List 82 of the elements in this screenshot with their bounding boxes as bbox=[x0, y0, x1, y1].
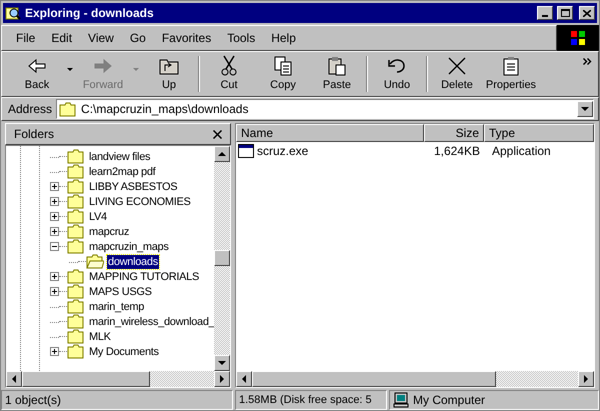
column-header[interactable]: Type bbox=[484, 124, 594, 142]
menu-item[interactable]: Favorites bbox=[162, 29, 212, 47]
toolbar-button[interactable]: Back bbox=[10, 54, 64, 94]
minimize-button[interactable] bbox=[537, 6, 553, 20]
folder-item[interactable]: mapcruzin_maps bbox=[88, 240, 170, 254]
x-mark-icon bbox=[446, 54, 468, 77]
folder-icon bbox=[67, 179, 85, 194]
menu-item[interactable]: File bbox=[16, 29, 36, 47]
folder-icon bbox=[67, 209, 85, 224]
folder-item[interactable]: LV4 bbox=[88, 210, 108, 224]
toolbar-button[interactable]: Paste bbox=[310, 54, 364, 94]
menu-item[interactable]: View bbox=[88, 29, 114, 47]
status-location: My Computer bbox=[413, 392, 486, 409]
folder-item[interactable]: learn2map pdf bbox=[88, 164, 156, 178]
folder-item[interactable]: landview files bbox=[88, 150, 152, 164]
folder-item[interactable]: MAPS USGS bbox=[88, 284, 153, 298]
expand-icon[interactable] bbox=[50, 197, 59, 206]
folder-item[interactable]: downloads bbox=[107, 254, 159, 268]
folder-item[interactable]: marin_temp bbox=[88, 300, 146, 314]
clipboard-icon bbox=[326, 54, 348, 77]
caret-icon[interactable] bbox=[67, 68, 73, 72]
expand-icon[interactable] bbox=[50, 227, 59, 236]
toolbar-button[interactable]: Up bbox=[142, 54, 196, 94]
dropdown-button[interactable] bbox=[577, 101, 593, 117]
collapse-icon[interactable] bbox=[50, 242, 59, 251]
toolbar-button[interactable]: Delete bbox=[430, 54, 484, 94]
toolbar-button[interactable]: Undo bbox=[370, 54, 424, 94]
folder-icon bbox=[67, 149, 85, 164]
folder-icon bbox=[67, 164, 85, 179]
folder-icon bbox=[67, 239, 85, 254]
expand-icon[interactable] bbox=[50, 212, 59, 221]
folder-icon bbox=[67, 269, 85, 284]
folder-icon bbox=[86, 254, 104, 269]
address-field[interactable]: C:\mapcruzin_maps\downloads bbox=[56, 99, 594, 119]
folder-icon bbox=[67, 299, 85, 314]
folders-title: Folders bbox=[14, 126, 56, 143]
folder-item[interactable]: MLK bbox=[88, 330, 112, 344]
chevron-icon[interactable] bbox=[583, 58, 592, 65]
menu-item[interactable]: Edit bbox=[51, 29, 72, 47]
windows-logo-drawing bbox=[557, 25, 599, 51]
window-title: Exploring - downloads bbox=[25, 5, 155, 22]
horizontal-scrollbar[interactable] bbox=[6, 371, 230, 387]
folder-icon bbox=[67, 224, 85, 239]
toolbar-button[interactable]: Properties bbox=[484, 54, 538, 94]
column-header[interactable]: Name bbox=[236, 124, 424, 142]
address-label: Address bbox=[8, 101, 52, 118]
folder-icon bbox=[67, 194, 85, 209]
explorer-icon bbox=[5, 5, 21, 21]
menu-item[interactable]: Tools bbox=[227, 29, 256, 47]
vertical-scrollbar[interactable] bbox=[214, 146, 230, 371]
file-size: 1,624KB bbox=[434, 143, 480, 160]
folder-item[interactable]: My Documents bbox=[88, 344, 160, 358]
toolbar-button[interactable]: Cut bbox=[202, 54, 256, 94]
copy-icon bbox=[272, 54, 294, 77]
status-panel: 1 object(s) bbox=[1, 390, 233, 410]
folder-item[interactable]: MAPPING TUTORIALS bbox=[88, 270, 200, 284]
horizontal-scrollbar[interactable] bbox=[236, 371, 594, 387]
folder-item[interactable]: LIVING ECONOMIES bbox=[88, 194, 192, 208]
close-button[interactable] bbox=[579, 6, 595, 20]
expand-icon[interactable] bbox=[50, 287, 59, 296]
column-header[interactable]: Size bbox=[424, 124, 484, 142]
computer-icon bbox=[393, 392, 409, 408]
file-name[interactable]: scruz.exe bbox=[257, 142, 308, 160]
folder-icon bbox=[59, 102, 78, 116]
folder-icon bbox=[67, 344, 85, 359]
maximize-button[interactable] bbox=[557, 6, 573, 20]
expand-icon[interactable] bbox=[50, 347, 59, 356]
close-icon[interactable] bbox=[213, 130, 222, 138]
status-panel: 1.58MB (Disk free space: 5 bbox=[235, 390, 387, 410]
expand-icon[interactable] bbox=[50, 272, 59, 281]
folder-item[interactable]: LIBBY ASBESTOS bbox=[88, 180, 178, 194]
folder-icon bbox=[67, 284, 85, 299]
file-type: Application bbox=[492, 144, 551, 158]
close-icon bbox=[583, 10, 591, 16]
toolbar-button[interactable]: Copy bbox=[256, 54, 310, 94]
menu-item[interactable]: Go bbox=[130, 29, 146, 47]
application-window-icon bbox=[238, 144, 254, 158]
folder-item[interactable]: mapcruz bbox=[88, 224, 130, 238]
folder-icon bbox=[67, 314, 85, 329]
menu-item[interactable]: Help bbox=[271, 29, 296, 47]
expand-icon[interactable] bbox=[50, 182, 59, 191]
folder-icon bbox=[67, 329, 85, 344]
